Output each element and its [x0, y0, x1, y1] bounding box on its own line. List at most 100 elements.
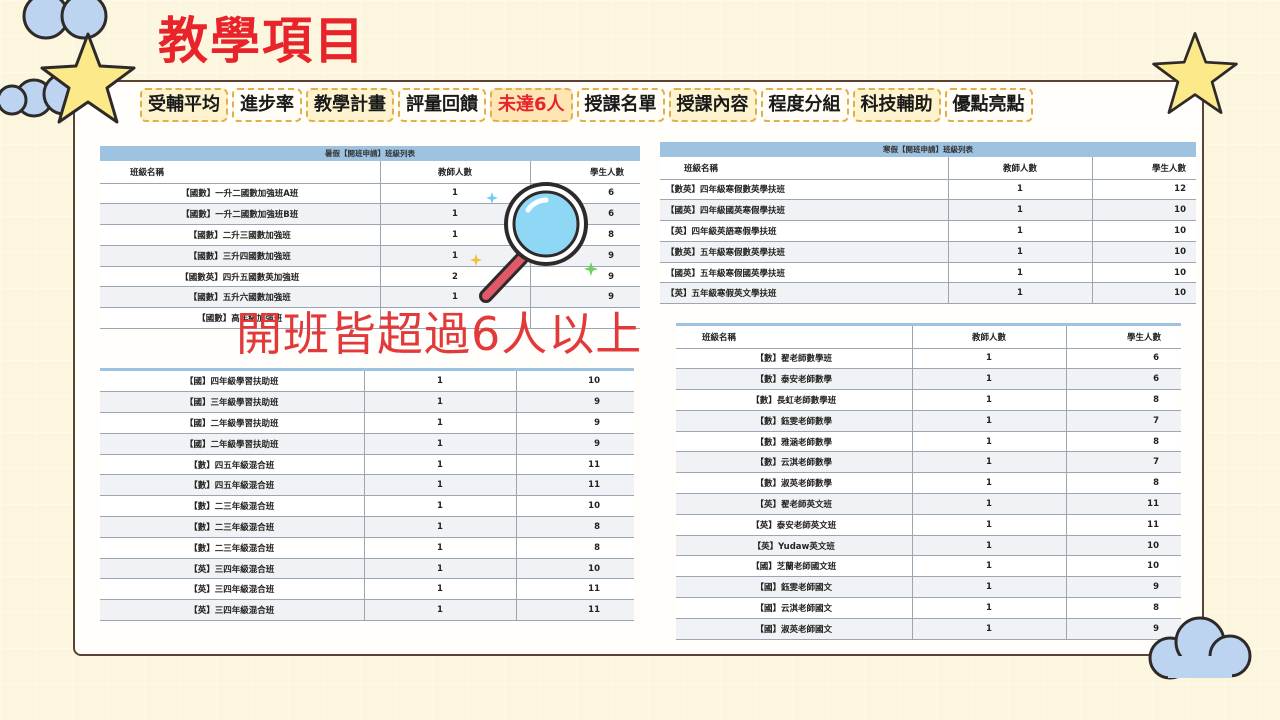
student-count-cell: 11: [515, 454, 634, 476]
class-name-cell: 【數】四五年級混合班: [100, 474, 364, 497]
teacher-count-cell: 1: [947, 199, 1092, 222]
teacher-count-cell: 1: [911, 451, 1066, 474]
table-row: 【英】三四年級混合班 1 11: [100, 578, 634, 601]
tab-3[interactable]: 評量回饋: [398, 88, 486, 122]
class-name-cell: 【數】二三年級混合班: [100, 537, 364, 559]
teacher-count-cell: 1: [363, 516, 516, 538]
class-name-cell: 【數】二三年級混合班: [100, 495, 364, 518]
page-title: 教學項目: [158, 12, 366, 70]
student-count-cell: 7: [1065, 410, 1181, 432]
student-count-cell: 10: [1065, 555, 1181, 578]
class-name-cell: 【數】長虹老師數學班: [676, 389, 912, 411]
student-count-cell: 11: [1065, 493, 1181, 515]
student-count-cell: 6: [1065, 368, 1181, 391]
student-count-cell: 12: [1091, 179, 1196, 201]
class-name-cell: 【國】三年級學習扶助班: [100, 391, 364, 414]
class-name-cell: 【國英】五年級寒假國英學扶班: [660, 262, 948, 284]
class-name-cell: 【數英】四年級寒假數英學扶班: [660, 179, 948, 201]
teacher-count-cell: 1: [947, 179, 1092, 201]
table-row: 【數】云淇老師數學 1 7: [676, 451, 1181, 474]
header-teachers: 教師人數: [911, 326, 1066, 349]
student-count-cell: 7: [1065, 451, 1181, 474]
student-count-cell: 8: [1065, 431, 1181, 453]
class-name-cell: 【國數】五升六國數加強班: [100, 286, 380, 309]
student-count-cell: 10: [1091, 262, 1196, 284]
student-count-cell: 9: [515, 433, 634, 455]
table-row: 【數】四五年級混合班 1 11: [100, 474, 634, 497]
teacher-count-cell: 1: [947, 241, 1092, 263]
class-name-cell: 【國】二年級學習扶助班: [100, 412, 364, 434]
header-students: 學生人數: [1065, 326, 1181, 349]
overlay-annotation: 開班皆超過6人以上: [236, 307, 643, 361]
class-name-cell: 【國英】四年級國英寒假學扶班: [660, 199, 948, 222]
teacher-count-cell: 1: [363, 412, 516, 434]
student-count-cell: 9: [1065, 576, 1181, 599]
class-name-cell: 【國】二年級學習扶助班: [100, 433, 364, 455]
student-count-cell: 11: [515, 474, 634, 497]
student-count-cell: 10: [1091, 241, 1196, 263]
tab-1[interactable]: 進步率: [232, 88, 302, 122]
class-name-cell: 【數】云淇老師數學: [676, 451, 912, 474]
student-count-cell: 9: [515, 391, 634, 414]
student-count-cell: 8: [1065, 389, 1181, 411]
tab-0[interactable]: 受輔平均: [140, 88, 228, 122]
table-row: 【數】二三年級混合班 1 8: [100, 537, 634, 559]
tab-2[interactable]: 教學計畫: [306, 88, 394, 122]
student-count-cell: 10: [1065, 535, 1181, 557]
teacher-count-cell: 1: [911, 410, 1066, 432]
class-name-cell: 【數】雅涵老師數學: [676, 431, 912, 453]
teacher-count-cell: 1: [911, 472, 1066, 495]
class-name-cell: 【英】三四年級混合班: [100, 578, 364, 601]
class-name-cell: 【國數】三升四國數加強班: [100, 245, 380, 267]
student-count-cell: 8: [1065, 472, 1181, 495]
sparkle-icon: [584, 262, 598, 276]
tab-6[interactable]: 授課內容: [668, 88, 757, 122]
tab-8[interactable]: 科技輔助: [852, 88, 941, 122]
teacher-count-cell: 1: [363, 454, 516, 476]
sparkle-icon: [470, 254, 482, 266]
class-name-cell: 【國】鈺雯老師國文: [676, 576, 912, 599]
class-name-cell: 【數】鈺雯老師數學: [676, 410, 912, 432]
table-row: 【國】二年級學習扶助班 1 9: [100, 433, 634, 455]
class-name-cell: 【國】淑英老師國文: [676, 618, 912, 640]
teacher-count-cell: 1: [363, 371, 516, 393]
teacher-count-cell: 1: [363, 578, 516, 601]
teacher-count-cell: 1: [363, 433, 516, 455]
tab-5[interactable]: 授課名單: [576, 88, 665, 122]
class-name-cell: 【英】五年級寒假英文學扶班: [660, 282, 948, 305]
student-count-cell: 10: [515, 371, 634, 393]
student-count-cell: 10: [1091, 199, 1196, 222]
student-count-cell: 6: [1065, 348, 1181, 370]
lower-right-class-table: 班級名稱 教師人數 學生人數 【數】翟老師數學班 1 6 【數】泰安老師數學 1 6 【數】…: [676, 323, 1181, 640]
class-name-cell: 【數英】五年級寒假數英學扶班: [660, 241, 948, 263]
class-name-cell: 【國數】一升二國數加強班A班: [100, 183, 380, 205]
tab-7[interactable]: 程度分組: [760, 88, 849, 122]
class-name-cell: 【英】四年級英語寒假學扶班: [660, 220, 948, 242]
student-count-cell: 9: [515, 412, 634, 434]
teacher-count-cell: 1: [911, 576, 1066, 599]
teacher-count-cell: 1: [363, 558, 516, 580]
table-row: 【英】泰安老師英文班 1 11: [676, 514, 1181, 536]
student-count-cell: 8: [515, 537, 634, 559]
table-row: 【數】二三年級混合班 1 10: [100, 495, 634, 518]
class-name-cell: 【英】泰安老師英文班: [676, 514, 912, 536]
table-row: 【英】四年級英語寒假學扶班 1 10: [660, 220, 1196, 242]
student-count-cell: 11: [1065, 514, 1181, 536]
table-row: 【國】淑英老師國文 1 9: [676, 618, 1181, 640]
table-row: 【數】翟老師數學班 1 6: [676, 348, 1181, 370]
teacher-count-cell: 1: [363, 599, 516, 622]
class-name-cell: 【國數】一升二國數加強班B班: [100, 203, 380, 226]
table-row: 【英】五年級寒假英文學扶班 1 10: [660, 282, 1196, 305]
table-row: 【國】鈺雯老師國文 1 9: [676, 576, 1181, 599]
class-name-cell: 【數】淑英老師數學: [676, 472, 912, 495]
tab-4[interactable]: 未達6人: [490, 88, 573, 122]
class-name-cell: 【英】三四年級混合班: [100, 599, 364, 622]
header-name: 班級名稱: [660, 157, 948, 180]
tab-9[interactable]: 優點亮點: [944, 88, 1033, 122]
class-name-cell: 【國】芝蘭老師國文班: [676, 555, 912, 578]
star-icon: [40, 32, 136, 124]
star-icon: [1152, 32, 1238, 114]
winter-table-caption: 寒假【開班申請】班級列表: [660, 142, 1196, 157]
teacher-count-cell: 1: [947, 220, 1092, 242]
table-row: 【數】雅涵老師數學 1 8: [676, 431, 1181, 453]
